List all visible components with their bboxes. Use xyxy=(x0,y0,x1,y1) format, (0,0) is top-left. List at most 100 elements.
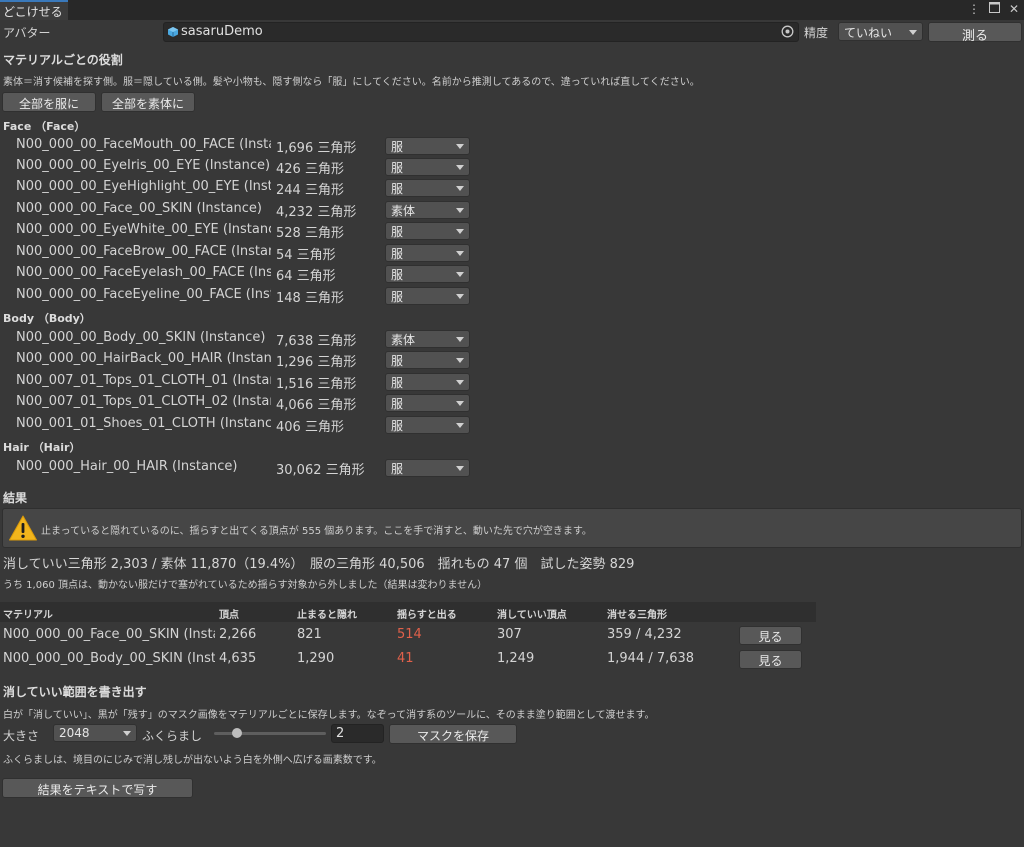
material-row: N00_000_00_FaceEyelash_00_FACE (Instance… xyxy=(0,265,480,285)
triangle-count: 64 三角形 xyxy=(276,269,336,284)
material-row: N00_000_00_EyeWhite_00_EYE (Instance) 52… xyxy=(0,222,480,242)
all-clothes-button[interactable]: 全部を服に xyxy=(2,92,96,112)
all-body-button[interactable]: 全部を素体に xyxy=(101,92,195,112)
avatar-field[interactable]: sasaruDemo xyxy=(163,22,799,42)
material-row: N00_000_00_Body_00_SKIN (Instance) 7,638… xyxy=(0,330,480,350)
triangle-count: 1,296 三角形 xyxy=(276,355,357,370)
precision-value: ていねい xyxy=(844,26,893,40)
size-value: 2048 xyxy=(59,726,90,740)
triangle-count: 30,062 三角形 xyxy=(276,463,365,478)
view-button[interactable]: 見る xyxy=(739,626,802,645)
material-name: N00_000_00_EyeIris_00_EYE (Instance) xyxy=(16,158,271,173)
chevron-down-icon xyxy=(123,731,131,736)
chevron-down-icon xyxy=(456,186,464,191)
dilate-slider[interactable] xyxy=(214,724,326,742)
role-dropdown[interactable]: 服 xyxy=(385,373,470,391)
role-dropdown[interactable]: 服 xyxy=(385,158,470,176)
warning-box: 止まっていると隠れているのに、揺らすと出てくる頂点が 555 個あります。ここを… xyxy=(2,508,1022,548)
role-value: 服 xyxy=(391,354,404,368)
role-dropdown[interactable]: 服 xyxy=(385,179,470,197)
cell-hidden: 821 xyxy=(297,627,322,642)
material-row: N00_000_00_FaceMouth_00_FACE (Instance) … xyxy=(0,137,480,157)
role-dropdown[interactable]: 素体 xyxy=(385,330,470,348)
chevron-down-icon xyxy=(456,337,464,342)
result-table-header: マテリアル 頂点 止まると隠れ 揺らすと出る 消していい頂点 消せる三角形 xyxy=(0,602,816,622)
triangle-count: 1,696 三角形 xyxy=(276,141,357,156)
material-row: N00_001_01_Shoes_01_CLOTH (Instance) 406… xyxy=(0,416,480,436)
role-value: 服 xyxy=(391,462,404,476)
cell-exposed: 41 xyxy=(397,651,414,666)
save-mask-button[interactable]: マスクを保存 xyxy=(389,724,517,744)
precision-label: 精度 xyxy=(804,26,829,40)
chevron-down-icon xyxy=(456,251,464,256)
size-dropdown[interactable]: 2048 xyxy=(53,724,137,742)
role-value: 素体 xyxy=(391,333,416,347)
group-title-hair: Hair （Hair） xyxy=(3,441,81,454)
window-tab[interactable]: どこけせる xyxy=(0,0,68,20)
material-name: N00_000_00_EyeHighlight_00_EYE (Instance… xyxy=(16,179,271,194)
role-dropdown[interactable]: 服 xyxy=(385,222,470,240)
column-header: マテリアル xyxy=(3,610,53,621)
role-dropdown[interactable]: 素体 xyxy=(385,201,470,219)
prefab-cube-icon xyxy=(167,26,179,41)
role-value: 服 xyxy=(391,140,404,154)
measure-button[interactable]: 測る xyxy=(928,22,1022,44)
close-icon[interactable]: ✕ xyxy=(1008,2,1020,16)
copy-result-button[interactable]: 結果をテキストで写す xyxy=(2,778,193,798)
chevron-down-icon xyxy=(456,423,464,428)
slider-thumb[interactable] xyxy=(232,728,243,738)
view-button[interactable]: 見る xyxy=(739,650,802,669)
avatar-label: アバター xyxy=(3,26,51,40)
role-value: 服 xyxy=(391,161,404,175)
chevron-down-icon xyxy=(456,165,464,170)
dilate-input[interactable]: 2 xyxy=(331,724,384,743)
chevron-down-icon xyxy=(456,294,464,299)
result-summary: 消していい三角形 2,303 / 素体 11,870（19.4%） 服の三角形 … xyxy=(3,557,635,572)
role-dropdown[interactable]: 服 xyxy=(385,394,470,412)
table-row: N00_000_00_Face_00_SKIN (Instance) 2,266… xyxy=(0,624,816,646)
cell-material: N00_000_00_Body_00_SKIN (Instance) xyxy=(3,651,215,666)
role-dropdown[interactable]: 服 xyxy=(385,244,470,262)
role-dropdown[interactable]: 服 xyxy=(385,137,470,155)
material-name: N00_007_01_Tops_01_CLOTH_02 (Instance) xyxy=(16,394,271,409)
material-name: N00_000_00_FaceBrow_00_FACE (Instance) xyxy=(16,244,271,259)
material-name: N00_000_00_EyeWhite_00_EYE (Instance) xyxy=(16,222,271,237)
slider-track xyxy=(214,732,326,735)
object-picker-icon[interactable] xyxy=(781,25,794,41)
dilate-note: ふくらましは、境目のにじみで消し残しが出ないよう白を外側へ広げる画素数です。 xyxy=(3,755,382,766)
role-value: 服 xyxy=(391,419,404,433)
material-row: N00_000_Hair_00_HAIR (Instance) 30,062 三… xyxy=(0,459,480,479)
material-name: N00_000_00_HairBack_00_HAIR (Instance) xyxy=(16,351,271,366)
chevron-down-icon xyxy=(456,144,464,149)
warning-triangle-icon xyxy=(8,514,38,545)
chevron-down-icon xyxy=(456,272,464,277)
triangle-count: 426 三角形 xyxy=(276,162,344,177)
triangle-count: 4,232 三角形 xyxy=(276,205,357,220)
result-note: うち 1,060 頂点は、動かない服だけで塞がれているため揺らす対象から外しまし… xyxy=(3,580,488,591)
role-dropdown[interactable]: 服 xyxy=(385,351,470,369)
role-dropdown[interactable]: 服 xyxy=(385,416,470,434)
role-value: 服 xyxy=(391,397,404,411)
material-row: N00_000_00_FaceEyeline_00_FACE (Instance… xyxy=(0,287,480,307)
export-heading: 消していい範囲を書き出す xyxy=(3,685,147,699)
precision-dropdown[interactable]: ていねい xyxy=(838,22,923,41)
column-header: 止まると隠れ xyxy=(297,610,357,621)
column-header: 頂点 xyxy=(219,610,239,621)
group-title-body: Body （Body） xyxy=(3,312,91,325)
role-dropdown[interactable]: 服 xyxy=(385,265,470,283)
column-header: 消せる三角形 xyxy=(607,610,667,621)
triangle-count: 7,638 三角形 xyxy=(276,334,357,349)
role-dropdown[interactable]: 服 xyxy=(385,287,470,305)
roles-heading: マテリアルごとの役割 xyxy=(3,53,123,67)
triangle-count: 528 三角形 xyxy=(276,226,344,241)
table-row: N00_000_00_Body_00_SKIN (Instance) 4,635… xyxy=(0,648,816,670)
material-name: N00_000_00_FaceEyelash_00_FACE (Instance… xyxy=(16,265,271,280)
material-name: N00_000_Hair_00_HAIR (Instance) xyxy=(16,459,238,474)
result-heading: 結果 xyxy=(3,491,28,505)
material-row: N00_000_00_EyeIris_00_EYE (Instance) 426… xyxy=(0,158,480,178)
kebab-menu-icon[interactable]: ⋮ xyxy=(968,2,980,16)
role-value: 服 xyxy=(391,225,404,239)
maximize-icon[interactable] xyxy=(988,2,1000,16)
role-dropdown[interactable]: 服 xyxy=(385,459,470,477)
role-value: 素体 xyxy=(391,204,416,218)
